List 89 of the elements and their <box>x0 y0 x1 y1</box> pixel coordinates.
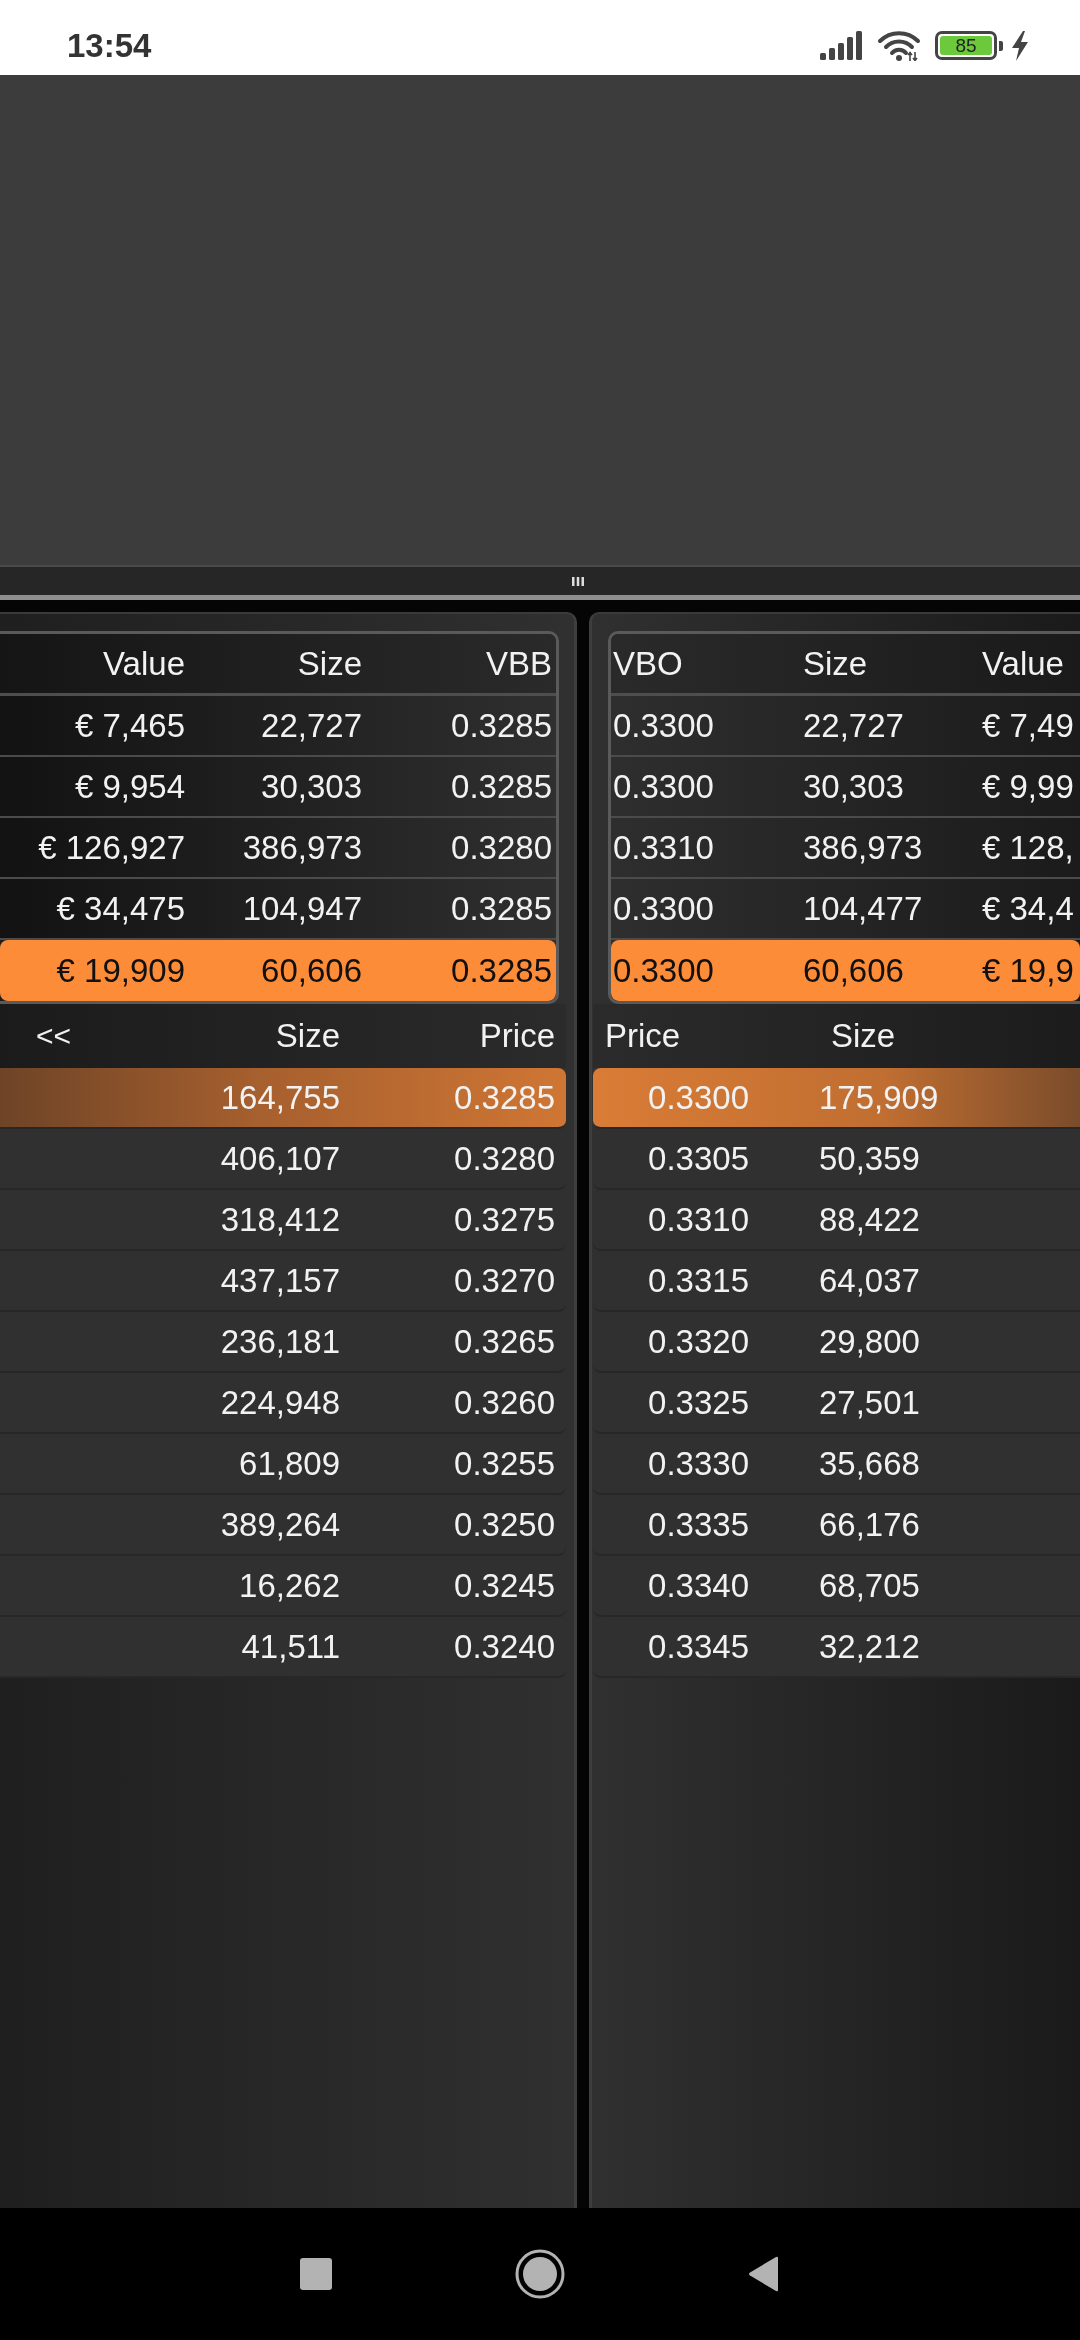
table-cell-text: 50,359 <box>819 1139 921 1178</box>
table-cell-text: 27,501 <box>819 1383 921 1422</box>
table-cell-text: 389,264 <box>219 1505 340 1544</box>
table-cell-text: 0.3280 <box>453 1139 555 1178</box>
collapse-button[interactable]: << <box>36 1019 72 1053</box>
status-time: 13:54 <box>67 26 152 65</box>
table-cell-text: € 126,927 <box>37 828 185 867</box>
table-cell-text: 0.3270 <box>453 1261 555 1300</box>
table-cell-text: 164,755 <box>219 1078 340 1117</box>
signal-icon <box>820 31 862 60</box>
table-cell-text: 0.3285 <box>450 706 552 745</box>
table-cell-text: 32,212 <box>819 1627 921 1666</box>
splitter-bar[interactable] <box>0 565 1080 600</box>
table-cell-text: 41,511 <box>240 1627 340 1666</box>
table-cell-text: 88,422 <box>819 1200 921 1239</box>
table-cell-text: 0.3275 <box>453 1200 555 1239</box>
table-cell-text: 22,727 <box>803 706 905 745</box>
table-cell-text: 0.3300 <box>613 951 715 990</box>
table-cell-text: 104,477 <box>803 889 924 928</box>
table-cell-text: € 34,475 <box>55 889 185 928</box>
table-cell-text: 0.3300 <box>613 706 715 745</box>
table-cell-text: 35,668 <box>819 1444 921 1483</box>
drag-handle-icon[interactable] <box>572 576 584 586</box>
table-cell-text: 0.3255 <box>453 1444 555 1483</box>
table-cell-text: 0.3330 <box>647 1444 750 1483</box>
table-cell-text: € 9,954 <box>73 767 185 806</box>
table-cell-text: 406,107 <box>219 1139 340 1178</box>
table-cell-text: € 7,49 <box>982 706 1075 745</box>
wifi-icon <box>877 30 921 61</box>
table-cell-text: € 9,99 <box>982 767 1075 806</box>
column-header: Size <box>274 1017 340 1055</box>
table-cell-text: 386,973 <box>241 828 362 867</box>
table-cell-text: € 34,4 <box>982 889 1075 928</box>
table-cell-text: 60,606 <box>260 951 362 990</box>
table-cell-text: 0.3285 <box>450 889 552 928</box>
table-cell-text: 64,037 <box>819 1261 921 1300</box>
battery-percent: 85 <box>955 36 977 55</box>
column-header: Price <box>605 1017 682 1055</box>
table-cell-text: 0.3325 <box>647 1383 750 1422</box>
table-cell-text: € 19,9 <box>982 951 1075 990</box>
home-icon[interactable] <box>515 2249 565 2299</box>
table-cell-text: 60,606 <box>803 951 905 990</box>
table-cell-text: 318,412 <box>219 1200 340 1239</box>
table-cell-text: 16,262 <box>238 1566 340 1605</box>
table-cell-text: 0.3310 <box>647 1200 750 1239</box>
table-cell-text: 0.3285 <box>453 1078 555 1117</box>
column-header: Size <box>831 1017 897 1055</box>
back-icon[interactable] <box>748 2256 780 2292</box>
table-cell-text: € 19,909 <box>55 951 185 990</box>
table-cell-text: € 128, <box>982 828 1075 867</box>
table-cell-text: 0.3260 <box>453 1383 555 1422</box>
table-cell-text: 0.3340 <box>647 1566 750 1605</box>
table-cell-text: 0.3335 <box>647 1505 750 1544</box>
table-cell-text: 0.3250 <box>453 1505 555 1544</box>
column-header: Price <box>478 1017 555 1055</box>
table-cell-text: 30,303 <box>260 767 362 806</box>
table-cell-text: 66,176 <box>819 1505 921 1544</box>
table-cell-text: 0.3345 <box>647 1627 750 1666</box>
table-cell-text: € 7,465 <box>73 706 185 745</box>
table-cell-text: 22,727 <box>260 706 362 745</box>
table-cell-text: 0.3300 <box>613 889 715 928</box>
column-header: VBB <box>484 644 552 683</box>
table-cell-text: 0.3320 <box>647 1322 750 1361</box>
table-cell-text: 0.3285 <box>450 767 552 806</box>
table-cell-text: 224,948 <box>219 1383 340 1422</box>
table-cell-text: 61,809 <box>238 1444 340 1483</box>
table-cell-text: 0.3305 <box>647 1139 750 1178</box>
column-header: Size <box>803 644 869 683</box>
column-header: Value <box>982 644 1065 683</box>
table-cell-text: 386,973 <box>803 828 924 867</box>
table-cell-text: 0.3245 <box>453 1566 555 1605</box>
table-cell-text: 437,157 <box>219 1261 340 1300</box>
table-cell-text: 0.3240 <box>453 1627 555 1666</box>
table-cell-text: 0.3300 <box>647 1078 750 1117</box>
table-cell-text: 30,303 <box>803 767 905 806</box>
table-cell-text: 236,181 <box>219 1322 340 1361</box>
table-cell-text: 0.3265 <box>453 1322 555 1361</box>
table-cell-text: 0.3300 <box>613 767 715 806</box>
table-cell-text: 104,947 <box>241 889 362 928</box>
column-header: Value <box>102 644 185 683</box>
table-cell-text: 0.3315 <box>647 1261 750 1300</box>
column-header: Size <box>296 644 362 683</box>
column-header: VBO <box>613 644 684 683</box>
table-cell-text: 0.3285 <box>450 951 552 990</box>
table-cell-text: 29,800 <box>819 1322 921 1361</box>
table-cell-text: 68,705 <box>819 1566 921 1605</box>
table-cell-text: 0.3280 <box>450 828 552 867</box>
table-cell-text: 175,909 <box>819 1078 940 1117</box>
table-cell-text: 0.3310 <box>613 828 715 867</box>
